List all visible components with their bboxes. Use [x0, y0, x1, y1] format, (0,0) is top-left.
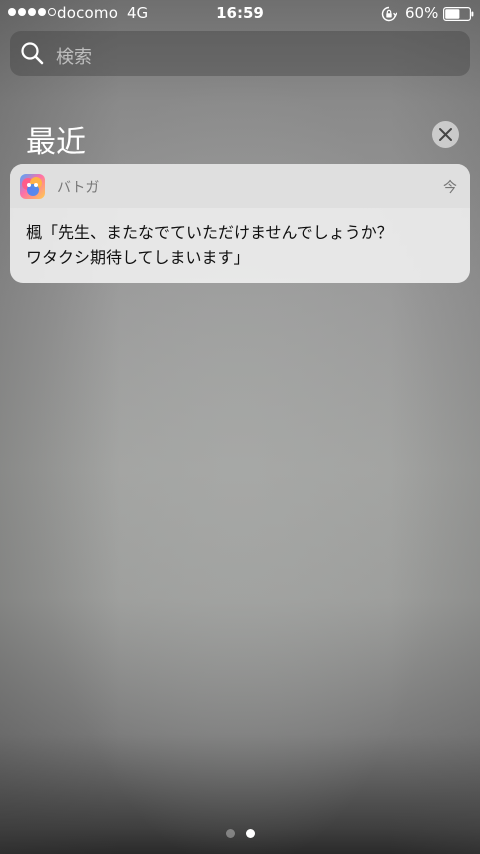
battery-percentage: 60%	[405, 4, 439, 22]
app-icon	[20, 174, 45, 199]
status-bar: docomo 4G 16:59 60%	[0, 0, 480, 28]
message-line: ワタクシ期待してしまいます」	[26, 248, 250, 267]
page-dot-current[interactable]	[246, 829, 255, 838]
notification-time: 今	[443, 180, 457, 196]
app-icon-art	[22, 177, 42, 196]
battery-icon	[443, 7, 474, 21]
search-icon	[21, 42, 44, 65]
clear-button[interactable]	[432, 121, 459, 148]
app-name: バトガ	[57, 180, 100, 196]
section-title-recent: 最近	[26, 125, 86, 160]
notification-card[interactable]: バトガ 今 楓「先生、またなでていただけませんでしょうか？ ワタクシ期待してしま…	[10, 164, 470, 283]
page-dot[interactable]	[226, 829, 235, 838]
rotation-lock-icon	[381, 6, 397, 22]
close-icon	[439, 128, 452, 141]
notification-message: 楓「先生、またなでていただけませんでしょうか？ ワタクシ期待してしまいます」	[26, 220, 458, 270]
battery-fill	[445, 9, 460, 19]
notification-header: バトガ 今	[10, 164, 470, 208]
search-bar[interactable]: 検索	[10, 31, 470, 76]
message-line: 楓「先生、またなでていただけませんでしょうか？	[26, 223, 393, 242]
search-placeholder[interactable]: 検索	[56, 43, 92, 69]
page-indicator	[0, 828, 480, 840]
